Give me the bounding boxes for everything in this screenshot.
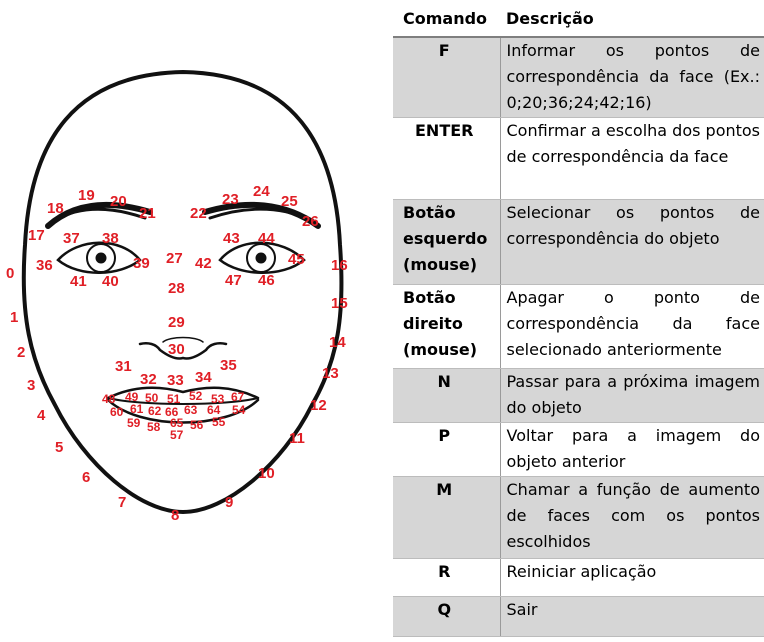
landmark-14: 14	[329, 334, 346, 351]
landmark-24: 24	[253, 183, 270, 200]
landmark-29: 29	[168, 314, 185, 331]
header-descricao: Descrição	[500, 0, 764, 38]
landmark-labels: 0 1 2 3 4 5 6 7 8 9 10 11 12 13 14 15 16…	[6, 183, 348, 520]
command-cell: R	[393, 558, 500, 597]
landmark-11: 11	[289, 430, 305, 447]
table-row: Q Sair	[393, 596, 764, 637]
description-cell: Reiniciar aplicação	[499, 558, 764, 597]
landmark-1: 1	[10, 309, 18, 326]
landmark-27: 27	[166, 250, 183, 267]
landmark-56: 56	[190, 418, 204, 432]
landmark-8: 8	[171, 507, 179, 520]
command-cell: F	[393, 37, 500, 118]
command-cell: ENTER	[393, 117, 500, 200]
table-header-row: Comando Descrição	[393, 0, 764, 38]
command-table: Comando Descrição F Informar os pontos d…	[393, 0, 764, 637]
landmark-58: 58	[147, 420, 161, 434]
table-row: ENTER Confirmar a escolha dos pontos de …	[393, 117, 764, 200]
command-cell: Botão esquerdo (mouse)	[393, 199, 500, 285]
landmark-44: 44	[258, 230, 275, 247]
header-comando: Comando	[393, 0, 500, 38]
table-row: P Voltar para a imagem do objeto anterio…	[393, 422, 764, 477]
landmark-4: 4	[37, 407, 46, 424]
landmark-7: 7	[118, 494, 126, 511]
landmark-50: 50	[145, 391, 159, 405]
landmark-3: 3	[27, 377, 35, 394]
landmark-57: 57	[170, 428, 184, 442]
landmark-26: 26	[302, 213, 319, 230]
landmark-12: 12	[310, 397, 327, 414]
landmark-45: 45	[288, 251, 305, 268]
table-row: Botão esquerdo (mouse) Selecionar os pon…	[393, 199, 764, 285]
table-row: Botão direito (mouse) Apagar o ponto de …	[393, 284, 764, 369]
landmark-48: 48	[102, 392, 116, 406]
landmark-35: 35	[220, 357, 237, 374]
landmark-17: 17	[28, 227, 45, 244]
landmark-23: 23	[222, 191, 239, 208]
landmark-31: 31	[115, 358, 132, 375]
command-cell: Q	[393, 596, 500, 637]
landmark-37: 37	[63, 230, 80, 247]
landmark-36: 36	[36, 257, 53, 274]
landmark-18: 18	[47, 200, 64, 217]
command-cell: M	[393, 476, 500, 559]
command-cell: Botão direito (mouse)	[393, 284, 500, 369]
landmark-59: 59	[127, 416, 141, 430]
landmark-13: 13	[322, 365, 339, 382]
command-cell: N	[393, 368, 500, 423]
landmark-42: 42	[195, 255, 212, 272]
description-cell: Sair	[499, 596, 764, 637]
description-cell: Apagar o ponto de correspondência da fac…	[499, 284, 764, 369]
description-cell: Confirmar a escolha dos pontos de corres…	[499, 117, 764, 200]
landmark-25: 25	[281, 193, 298, 210]
left-pupil	[95, 252, 107, 264]
landmark-54: 54	[232, 403, 246, 417]
table-row: M Chamar a função de aumento de faces co…	[393, 476, 764, 559]
landmark-6: 6	[82, 469, 90, 486]
landmark-33: 33	[167, 372, 184, 389]
table-row: R Reiniciar aplicação	[393, 558, 764, 597]
landmark-34: 34	[195, 369, 212, 386]
landmark-60: 60	[110, 405, 124, 419]
table-row: F Informar os pontos de correspondência …	[393, 37, 764, 118]
landmark-28: 28	[168, 280, 185, 297]
landmark-5: 5	[55, 439, 63, 456]
landmark-22: 22	[190, 205, 207, 222]
landmark-9: 9	[225, 494, 233, 511]
landmark-43: 43	[223, 230, 240, 247]
landmark-51: 51	[167, 392, 181, 406]
landmark-63: 63	[184, 403, 198, 417]
description-cell: Informar os pontos de correspondência da…	[499, 37, 764, 118]
landmark-62: 62	[148, 404, 162, 418]
landmark-61: 61	[130, 402, 144, 416]
landmark-38: 38	[102, 230, 119, 247]
landmark-41: 41	[70, 273, 87, 290]
landmark-46: 46	[258, 272, 275, 289]
landmark-55: 55	[212, 415, 226, 429]
command-cell: P	[393, 422, 500, 477]
landmark-2: 2	[17, 344, 25, 361]
description-cell: Passar para a próxima imagem do objeto	[499, 368, 764, 423]
description-cell: Voltar para a imagem do objeto anterior	[499, 422, 764, 477]
landmark-32: 32	[140, 371, 157, 388]
face-landmark-diagram: 0 1 2 3 4 5 6 7 8 9 10 11 12 13 14 15 16…	[6, 69, 348, 520]
landmark-10: 10	[258, 465, 275, 482]
description-cell: Chamar a função de aumento de faces com …	[499, 476, 764, 559]
landmark-19: 19	[78, 187, 95, 204]
landmark-15: 15	[331, 295, 348, 312]
description-cell: Selecionar os pontos de correspondência …	[499, 199, 764, 285]
table-row: N Passar para a próxima imagem do objeto	[393, 368, 764, 423]
landmark-39: 39	[133, 255, 150, 272]
landmark-47: 47	[225, 272, 242, 289]
landmark-20: 20	[110, 193, 127, 210]
landmark-30: 30	[168, 341, 185, 358]
landmark-40: 40	[102, 273, 119, 290]
landmark-52: 52	[189, 389, 203, 403]
landmark-0: 0	[6, 265, 14, 282]
right-pupil	[255, 252, 267, 264]
landmark-67: 67	[231, 390, 245, 404]
landmark-16: 16	[331, 257, 348, 274]
landmark-21: 21	[139, 205, 156, 222]
